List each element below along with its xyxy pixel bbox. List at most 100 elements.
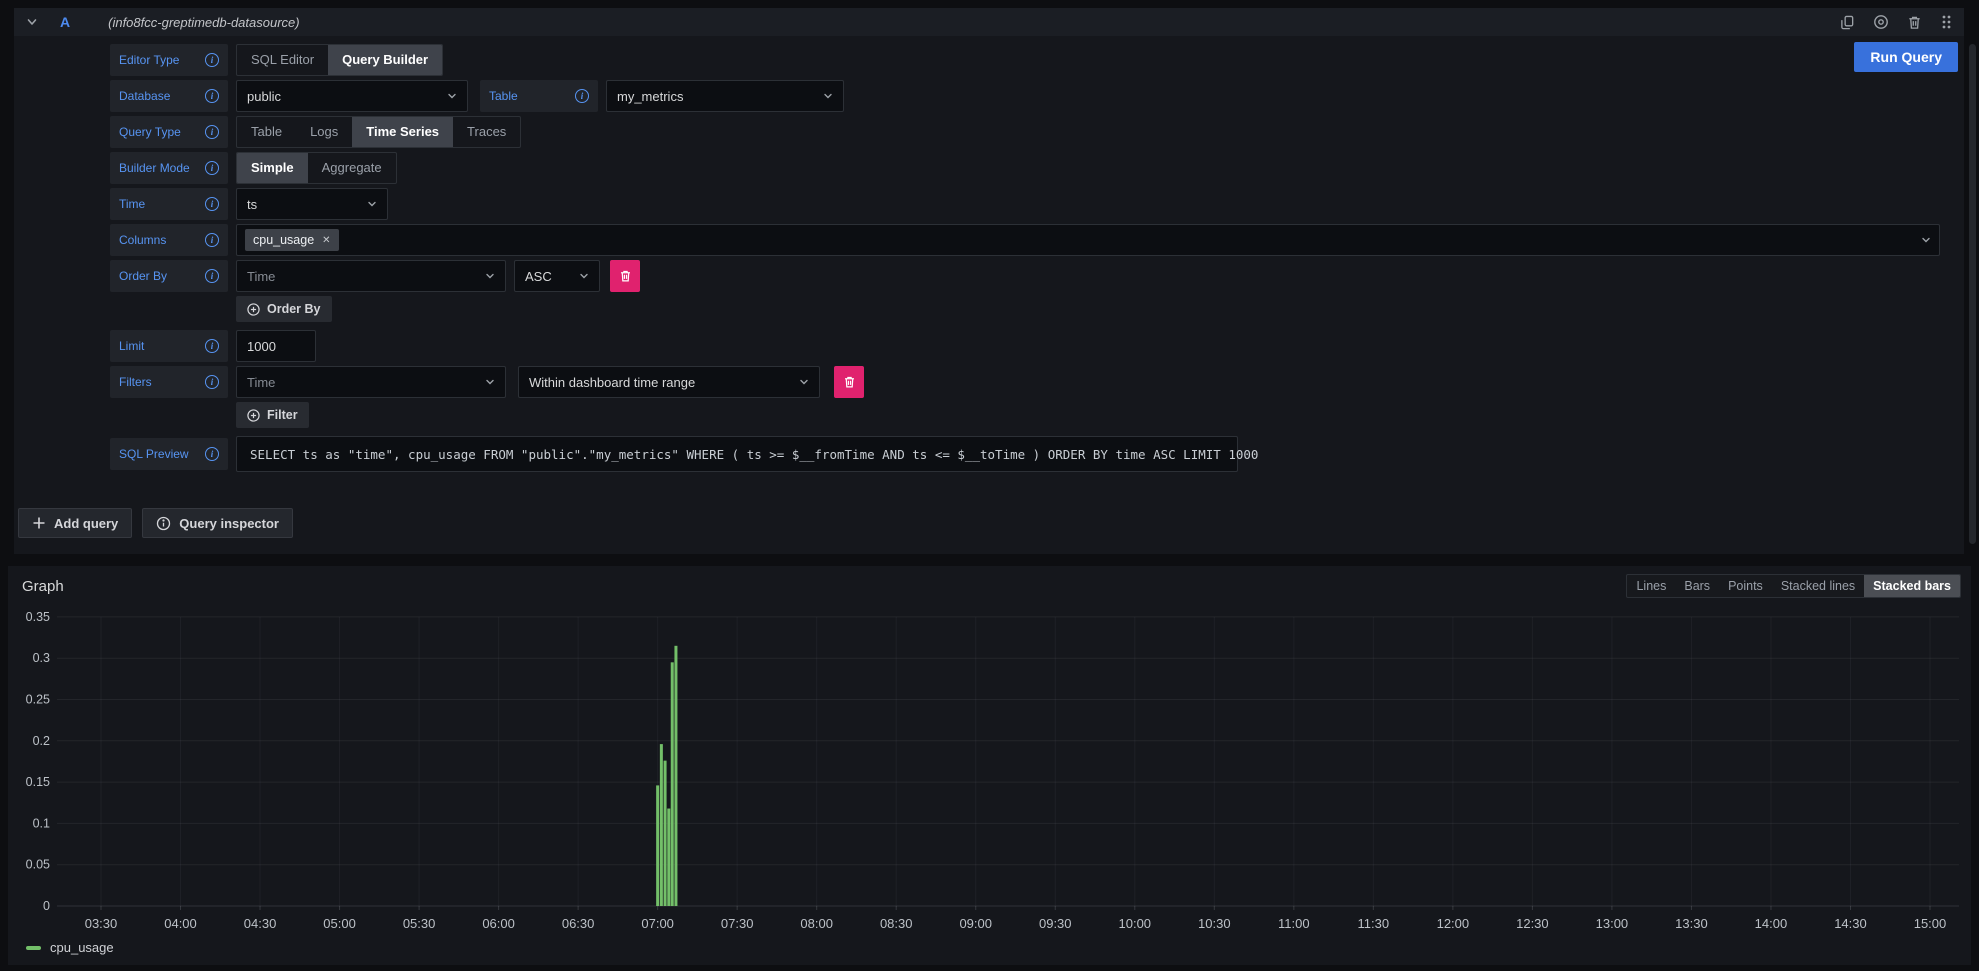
add-order-by-row: Order By xyxy=(236,296,1948,322)
svg-text:07:30: 07:30 xyxy=(721,916,754,931)
info-icon[interactable]: i xyxy=(205,375,219,389)
option-traces[interactable]: Traces xyxy=(453,117,520,147)
option-simple[interactable]: Simple xyxy=(237,153,308,183)
option-query-builder[interactable]: Query Builder xyxy=(328,45,442,75)
svg-text:0.05: 0.05 xyxy=(26,858,50,872)
time-label: Time xyxy=(119,197,145,211)
order-by-column-select[interactable]: Time xyxy=(236,260,506,292)
filter-condition-select[interactable]: Within dashboard time range xyxy=(518,366,820,398)
add-filter-label: Filter xyxy=(267,408,298,422)
database-select[interactable]: public xyxy=(236,80,468,112)
legend-item-cpu-usage[interactable]: cpu_usage xyxy=(26,940,114,955)
page: A (info8fcc-greptimedb-datasource) Run Q xyxy=(0,0,1979,971)
add-query-button[interactable]: Add query xyxy=(18,508,132,538)
time-column-value: ts xyxy=(247,197,357,212)
svg-text:11:30: 11:30 xyxy=(1358,916,1390,931)
info-icon[interactable]: i xyxy=(205,269,219,283)
graph-panel-title: Graph xyxy=(22,578,64,595)
time-column-select[interactable]: ts xyxy=(236,188,388,220)
query-row-header: A (info8fcc-greptimedb-datasource) xyxy=(14,8,1964,36)
collapse-chevron-icon[interactable] xyxy=(26,16,38,28)
editor-type-label-chip: Editor Type i xyxy=(110,44,228,76)
option-aggregate[interactable]: Aggregate xyxy=(308,153,396,183)
run-query-button[interactable]: Run Query xyxy=(1854,42,1958,72)
chevron-down-icon xyxy=(485,377,495,387)
option-stacked-bars[interactable]: Stacked bars xyxy=(1864,575,1960,597)
drag-handle-grip-icon[interactable] xyxy=(1940,14,1952,30)
database-label: Database xyxy=(119,89,170,103)
filters-row: Filters i Time Within dashboard time ran… xyxy=(110,366,1948,398)
columns-multiselect[interactable]: cpu_usage✕ xyxy=(236,224,1940,256)
filter-condition-value: Within dashboard time range xyxy=(529,375,789,390)
info-icon[interactable]: i xyxy=(205,197,219,211)
info-icon[interactable]: i xyxy=(205,53,219,67)
svg-text:06:30: 06:30 xyxy=(562,916,595,931)
editor-footer-actions: Add query Query inspector xyxy=(18,508,1948,538)
chevron-down-icon xyxy=(367,199,377,209)
chevron-down-icon xyxy=(823,91,833,101)
sql-preview-label-chip: SQL Preview i xyxy=(110,438,228,470)
query-inspector-button[interactable]: Query inspector xyxy=(142,508,293,538)
svg-text:08:00: 08:00 xyxy=(800,916,833,931)
table-select[interactable]: my_metrics xyxy=(606,80,844,112)
limit-label: Limit xyxy=(119,339,144,353)
filters-label: Filters xyxy=(119,375,152,389)
order-by-direction-select[interactable]: ASC xyxy=(514,260,600,292)
limit-row: Limit i xyxy=(110,330,1948,362)
legend-series-color-dash xyxy=(26,946,41,950)
add-filter-button[interactable]: Filter xyxy=(236,402,309,428)
svg-text:13:30: 13:30 xyxy=(1675,916,1708,931)
svg-text:08:30: 08:30 xyxy=(880,916,913,931)
option-table[interactable]: Table xyxy=(237,117,296,147)
info-icon[interactable]: i xyxy=(575,89,589,103)
svg-text:06:00: 06:00 xyxy=(482,916,515,931)
option-lines[interactable]: Lines xyxy=(1627,575,1675,597)
chevron-down-icon xyxy=(447,91,457,101)
query-type-row: Query Type i TableLogsTime SeriesTraces xyxy=(110,116,1948,148)
svg-text:03:30: 03:30 xyxy=(85,916,118,931)
chevron-down-icon xyxy=(485,271,495,281)
info-icon[interactable]: i xyxy=(205,161,219,175)
delete-query-icon[interactable] xyxy=(1907,15,1922,30)
editor-type-label: Editor Type xyxy=(119,53,179,67)
bar-cpu_usage-07:04 xyxy=(667,809,670,906)
database-label-chip: Database i xyxy=(110,80,228,112)
info-icon[interactable]: i xyxy=(205,339,219,353)
query-type-label: Query Type xyxy=(119,125,181,139)
info-icon[interactable]: i xyxy=(205,89,219,103)
column-tag[interactable]: cpu_usage✕ xyxy=(245,229,339,251)
option-logs[interactable]: Logs xyxy=(296,117,352,147)
table-value: my_metrics xyxy=(617,89,813,104)
option-stacked-lines[interactable]: Stacked lines xyxy=(1772,575,1864,597)
filter-column-select[interactable]: Time xyxy=(236,366,506,398)
remove-order-by-button[interactable] xyxy=(610,260,640,292)
info-icon[interactable]: i xyxy=(205,233,219,247)
info-icon[interactable]: i xyxy=(205,125,219,139)
info-icon[interactable]: i xyxy=(205,447,219,461)
table-label: Table xyxy=(489,89,518,103)
svg-text:13:00: 13:00 xyxy=(1596,916,1629,931)
remove-filter-button[interactable] xyxy=(834,366,864,398)
option-sql-editor[interactable]: SQL Editor xyxy=(237,45,328,75)
option-bars[interactable]: Bars xyxy=(1675,575,1719,597)
duplicate-query-icon[interactable] xyxy=(1840,15,1855,30)
query-ref-id[interactable]: A xyxy=(60,14,70,30)
plus-circle-icon xyxy=(247,409,260,422)
svg-text:07:00: 07:00 xyxy=(641,916,674,931)
svg-text:0.2: 0.2 xyxy=(33,734,50,748)
option-time-series[interactable]: Time Series xyxy=(352,117,453,147)
option-points[interactable]: Points xyxy=(1719,575,1772,597)
scrollbar[interactable] xyxy=(1969,44,1976,544)
builder-mode-toggle: SimpleAggregate xyxy=(236,152,397,184)
svg-text:10:00: 10:00 xyxy=(1119,916,1152,931)
hide-response-eye-icon[interactable] xyxy=(1873,14,1889,30)
remove-tag-icon[interactable]: ✕ xyxy=(322,235,330,246)
query-row-actions xyxy=(1840,14,1952,30)
svg-text:0.35: 0.35 xyxy=(26,610,50,624)
limit-input[interactable] xyxy=(236,330,316,362)
add-order-by-button[interactable]: Order By xyxy=(236,296,332,322)
svg-text:04:30: 04:30 xyxy=(244,916,277,931)
svg-text:09:00: 09:00 xyxy=(959,916,992,931)
bar-cpu_usage-07:05 xyxy=(671,662,674,906)
filters-label-chip: Filters i xyxy=(110,366,228,398)
